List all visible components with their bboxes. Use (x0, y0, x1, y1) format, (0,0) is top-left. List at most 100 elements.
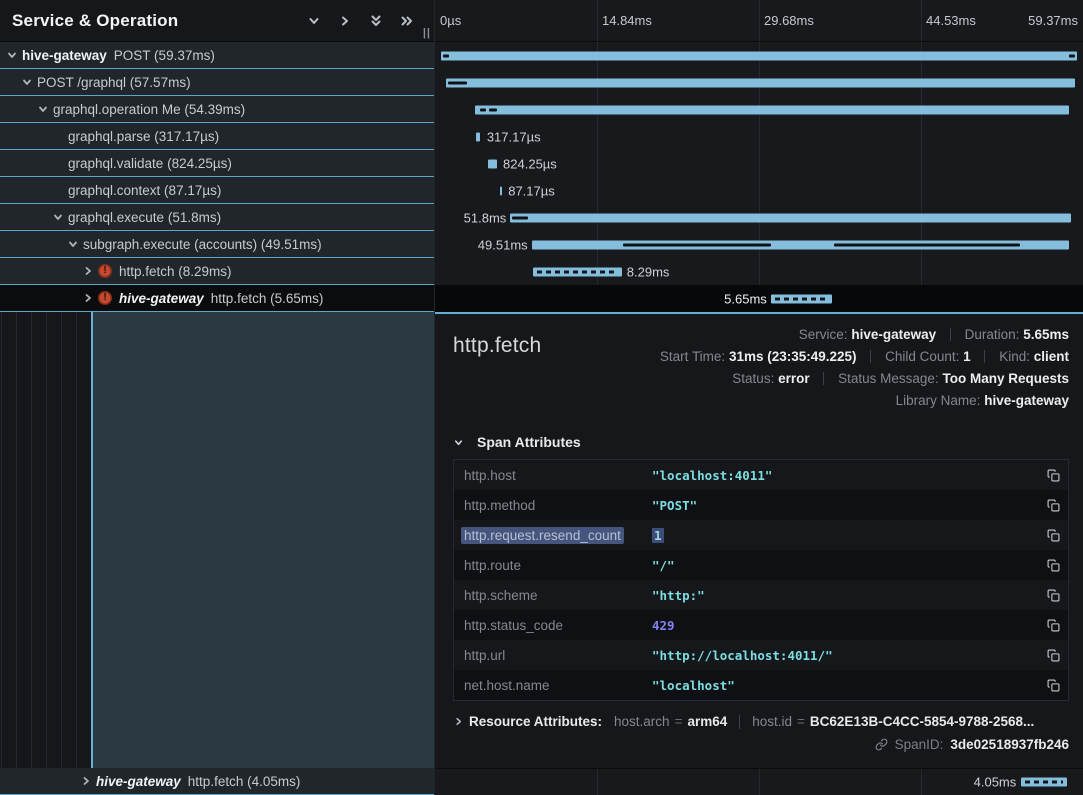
copy-icon[interactable] (1034, 468, 1060, 483)
resource-key: host.id (752, 714, 792, 729)
selected-span-highlight-block (91, 312, 434, 768)
collapse-all-button[interactable] (369, 14, 383, 28)
attribute-row: http.url "http://localhost:4011/" (454, 640, 1068, 670)
span-bar[interactable] (1021, 778, 1067, 787)
copy-icon[interactable] (1034, 618, 1060, 633)
chevron-right-icon (453, 716, 469, 727)
waterfall-row[interactable]: 49.51ms (435, 231, 1083, 258)
panel-title: Service & Operation (12, 11, 307, 31)
tree-row-http-fetch-5ms-selected[interactable]: hive-gateway http.fetch (5.65ms) (0, 285, 434, 312)
resource-attributes-title: Resource Attributes: (469, 714, 602, 729)
attribute-key[interactable]: http.url (464, 648, 652, 663)
meta-separator (870, 350, 871, 363)
waterfall-row[interactable]: 51.8ms (435, 204, 1083, 231)
tree-row-graphql-context[interactable]: graphql.context (87.17µs) (0, 177, 434, 204)
timeline-panel: 0µs 14.84ms 29.68ms 44.53ms 59.37ms 317.… (434, 0, 1083, 795)
tree-row-graphql-validate[interactable]: graphql.validate (824.25µs) (0, 150, 434, 177)
attribute-row: net.host.name "localhost" (454, 670, 1068, 700)
expand-all-button[interactable] (400, 14, 414, 28)
waterfall-row[interactable] (435, 69, 1083, 96)
attribute-value[interactable]: 429 (652, 618, 1034, 633)
chevron-down-icon[interactable] (21, 76, 37, 88)
attribute-value[interactable]: "/" (652, 558, 1034, 573)
tree-row-hive-gateway-post[interactable]: hive-gateway POST (59.37ms) (0, 42, 434, 69)
attribute-value[interactable]: "localhost:4011" (652, 468, 1034, 483)
attribute-key[interactable]: http.request.resend_count (464, 528, 652, 543)
chevron-right-icon[interactable] (82, 265, 98, 277)
chevron-right-icon[interactable] (82, 292, 98, 304)
chevron-right-icon[interactable] (80, 775, 96, 787)
span-bar[interactable] (446, 78, 1075, 87)
span-bar[interactable] (771, 294, 832, 303)
resource-separator (739, 715, 740, 729)
tree-row-subgraph-execute[interactable]: subgraph.execute (accounts) (49.51ms) (0, 231, 434, 258)
indent-guide (61, 312, 62, 768)
waterfall-row[interactable] (435, 96, 1083, 123)
error-icon (98, 264, 112, 278)
span-bar[interactable] (500, 186, 502, 195)
attribute-row: http.status_code 429 (454, 610, 1068, 640)
attribute-value[interactable]: "http:" (652, 588, 1034, 603)
span-bar[interactable] (441, 51, 1077, 60)
meta-value: 31ms (23:35:49.225) (729, 349, 857, 364)
span-self-time-mark (443, 54, 449, 57)
waterfall-row[interactable]: 4.05ms (435, 769, 1083, 795)
meta-value: Too Many Requests (942, 371, 1069, 386)
tree-row-graphql-execute[interactable]: graphql.execute (51.8ms) (0, 204, 434, 231)
span-tree-panel: Service & Operation || hive-g (0, 0, 434, 795)
indent-guide (46, 312, 47, 768)
expand-one-level-button[interactable] (338, 14, 352, 28)
span-bar[interactable] (488, 159, 497, 168)
attribute-value[interactable]: "POST" (652, 498, 1034, 513)
attribute-row-selected: http.request.resend_count 1 (454, 520, 1068, 550)
span-bar[interactable] (533, 267, 622, 276)
waterfall-row[interactable]: 87.17µs (435, 177, 1083, 204)
span-id-row: SpanID: 3de02518937fb246 (453, 737, 1069, 752)
copy-icon[interactable] (1034, 678, 1060, 693)
tree-row-graphql-operation[interactable]: graphql.operation Me (54.39ms) (0, 96, 434, 123)
copy-icon[interactable] (1034, 558, 1060, 573)
waterfall-row[interactable]: 317.17µs (435, 123, 1083, 150)
attribute-value[interactable]: 1 (652, 528, 1034, 543)
span-id-value: 3de02518937fb246 (950, 737, 1069, 752)
span-operation-label: graphql.operation Me (54.39ms) (53, 102, 245, 117)
span-attributes-toggle[interactable]: Span Attributes (453, 434, 1069, 450)
attribute-value[interactable]: "http://localhost:4011/" (652, 648, 1034, 663)
tree-row-http-fetch-8ms[interactable]: http.fetch (8.29ms) (0, 258, 434, 285)
waterfall-row[interactable]: 824.25µs (435, 150, 1083, 177)
chevron-down-icon[interactable] (6, 49, 22, 61)
tree-row-post-graphql[interactable]: POST /graphql (57.57ms) (0, 69, 434, 96)
tree-row-http-fetch-4ms[interactable]: hive-gateway http.fetch (4.05ms) (0, 768, 434, 795)
indent-guide (31, 312, 32, 768)
span-bar[interactable] (475, 105, 1069, 114)
chevron-down-icon[interactable] (37, 103, 53, 115)
meta-label: Service: (799, 327, 848, 342)
attribute-value[interactable]: "localhost" (652, 678, 1034, 693)
copy-icon[interactable] (1034, 498, 1060, 513)
attribute-key[interactable]: http.method (464, 498, 652, 513)
ruler-tick: 59.37ms (1028, 13, 1078, 28)
chevron-down-icon[interactable] (52, 211, 68, 223)
resource-attributes-row[interactable]: Resource Attributes: host.arch = arm64 h… (453, 714, 1069, 729)
tree-row-graphql-parse[interactable]: graphql.parse (317.17µs) (0, 123, 434, 150)
waterfall-row[interactable] (435, 42, 1083, 69)
span-operation-label: http.fetch (5.65ms) (211, 291, 324, 306)
chevron-down-icon[interactable] (67, 238, 83, 250)
waterfall-row[interactable]: 8.29ms (435, 258, 1083, 285)
span-bar[interactable] (510, 213, 1071, 222)
attribute-key[interactable]: http.status_code (464, 618, 652, 633)
copy-icon[interactable] (1034, 648, 1060, 663)
copy-icon[interactable] (1034, 588, 1060, 603)
link-icon[interactable] (875, 738, 888, 751)
attribute-key[interactable]: http.host (464, 468, 652, 483)
copy-icon[interactable] (1034, 528, 1060, 543)
span-bar[interactable] (476, 132, 480, 141)
waterfall-row-selected[interactable]: 5.65ms (435, 285, 1083, 312)
attribute-key[interactable]: http.scheme (464, 588, 652, 603)
attribute-row: http.method "POST" (454, 490, 1068, 520)
attribute-key[interactable]: http.route (464, 558, 652, 573)
indent-guide (76, 312, 77, 768)
panel-resize-handle[interactable]: || (423, 27, 431, 39)
attribute-key[interactable]: net.host.name (464, 678, 652, 693)
collapse-one-level-button[interactable] (307, 14, 321, 28)
